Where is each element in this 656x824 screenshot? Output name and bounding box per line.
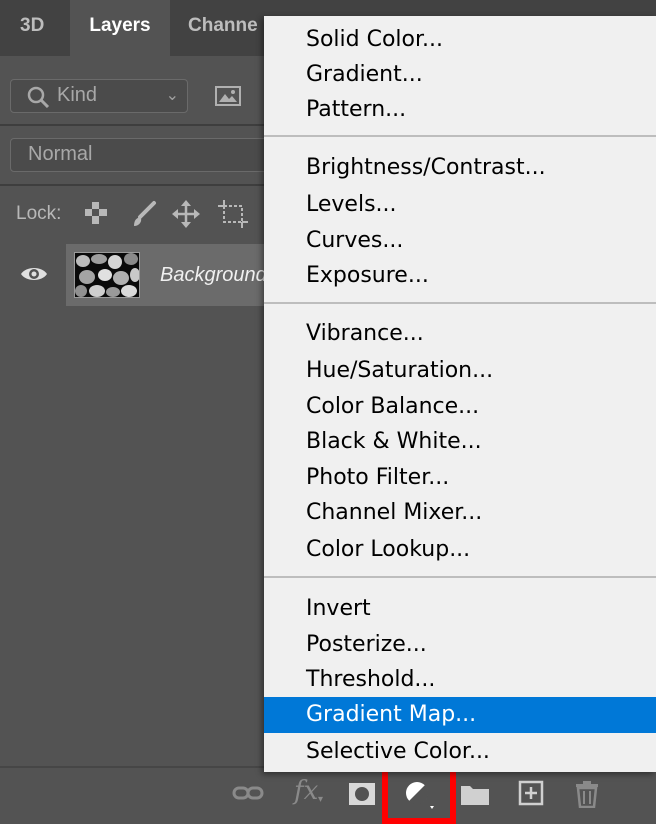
menu-item-posterize[interactable]: Posterize... [264, 627, 656, 663]
lock-image-pixels-icon[interactable] [130, 200, 158, 228]
fx-dropdown-icon: ▾ [318, 794, 324, 805]
layer-thumbnail [74, 252, 140, 298]
tab-3d[interactable]: 3D [20, 0, 44, 56]
lock-label: Lock: [16, 203, 62, 224]
visibility-toggle[interactable] [0, 244, 66, 306]
tab-layers[interactable]: Layers [70, 0, 170, 56]
search-icon [27, 86, 50, 108]
tab-channels[interactable]: Channe [188, 0, 258, 56]
menu-item-curves[interactable]: Curves... [264, 223, 656, 259]
lock-position-icon[interactable] [172, 200, 200, 228]
menu-separator [264, 576, 656, 578]
menu-item-photo-filter[interactable]: Photo Filter... [264, 460, 656, 496]
menu-separator [264, 302, 656, 304]
menu-item-color-balance[interactable]: Color Balance... [264, 389, 656, 425]
adjustment-layer-menu: Solid Color... Gradient... Pattern... Br… [264, 16, 656, 772]
menu-item-hue-saturation[interactable]: Hue/Saturation... [264, 353, 656, 389]
menu-item-vibrance[interactable]: Vibrance... [264, 316, 656, 352]
menu-item-threshold[interactable]: Threshold... [264, 662, 656, 698]
menu-item-solid-color[interactable]: Solid Color... [264, 22, 656, 58]
layer-name: Background [160, 264, 267, 286]
menu-item-color-lookup[interactable]: Color Lookup... [264, 532, 656, 568]
new-layer-icon[interactable] [518, 780, 544, 806]
menu-item-invert[interactable]: Invert [264, 591, 656, 627]
link-icon[interactable] [232, 782, 264, 804]
menu-item-exposure[interactable]: Exposure... [264, 258, 656, 294]
menu-item-pattern[interactable]: Pattern... [264, 92, 656, 128]
layers-panel: 3D Layers Channe Kind ⌄ Normal Lock: Bac… [0, 0, 656, 824]
blend-mode-dropdown[interactable]: Normal [10, 138, 275, 172]
menu-item-selective-color[interactable]: Selective Color... [264, 734, 656, 770]
menu-item-channel-mixer[interactable]: Channel Mixer... [264, 495, 656, 531]
mask-icon[interactable] [348, 782, 376, 806]
menu-item-black-white[interactable]: Black & White... [264, 424, 656, 460]
lock-transparent-pixels-icon[interactable] [84, 200, 108, 226]
folder-icon[interactable] [460, 782, 490, 806]
eye-icon [21, 268, 47, 280]
kind-label: Kind [57, 84, 98, 106]
menu-item-brightness-contrast[interactable]: Brightness/Contrast... [264, 150, 656, 186]
image-filter-icon[interactable] [214, 84, 242, 108]
menu-item-gradient[interactable]: Gradient... [264, 57, 656, 93]
blend-mode-label: Normal [28, 143, 93, 165]
fx-icon[interactable]: fx [294, 776, 318, 806]
menu-item-gradient-map[interactable]: Gradient Map... [264, 697, 656, 733]
layers-bottom-bar: fx ▾ [0, 766, 656, 824]
menu-item-levels[interactable]: Levels... [264, 187, 656, 223]
kind-filter-dropdown[interactable]: Kind ⌄ [10, 79, 188, 113]
menu-separator [264, 135, 656, 137]
trash-icon[interactable] [574, 780, 600, 808]
chevron-down-icon: ⌄ [165, 87, 179, 104]
lock-artboard-icon[interactable] [218, 200, 248, 228]
